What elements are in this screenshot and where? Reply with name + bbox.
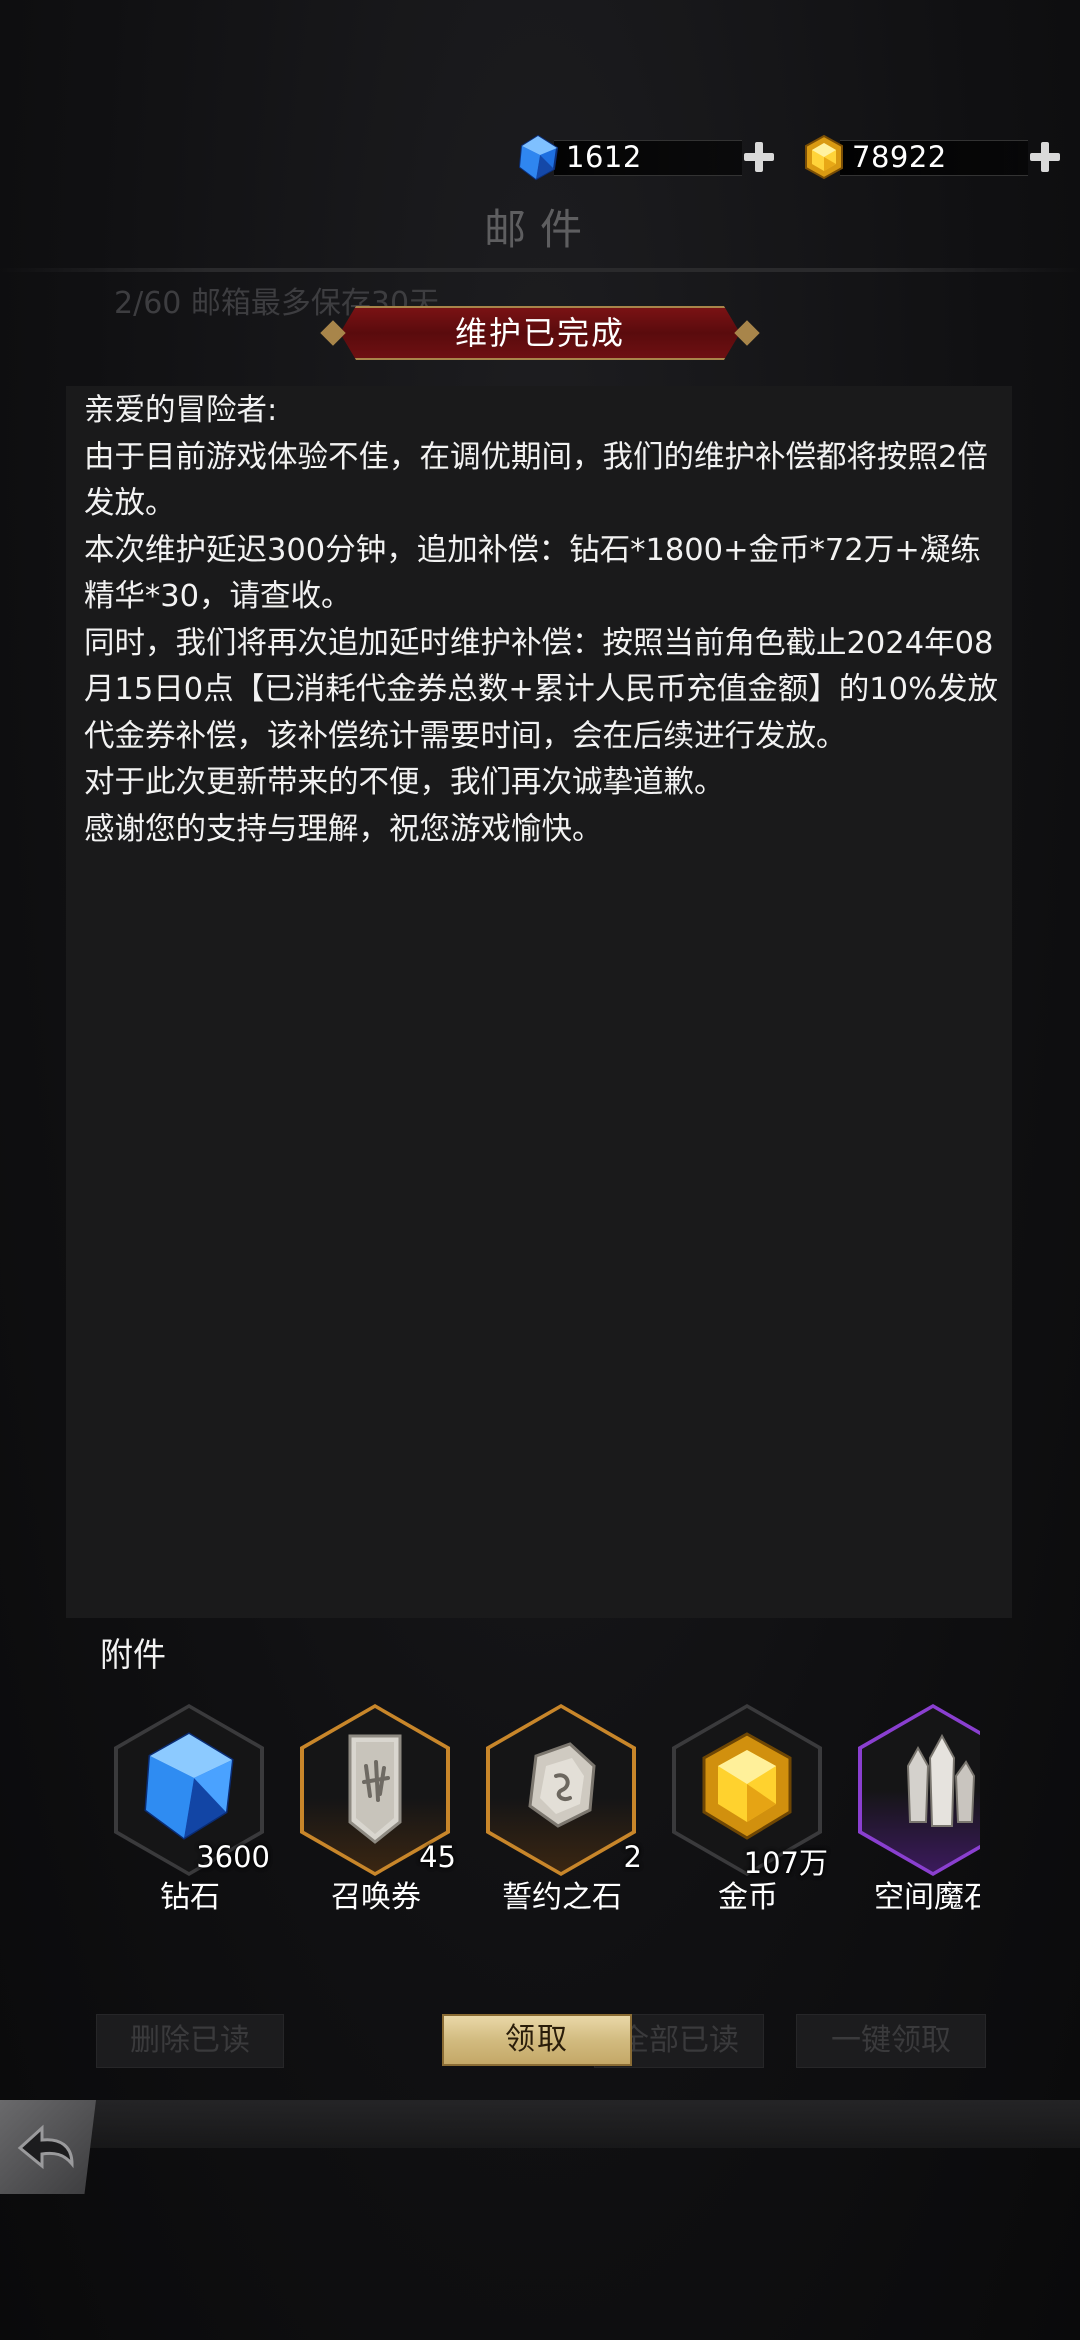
mail-screen: 1612 78922 邮件 2/60 邮箱最多保存30天 删除已读 全部已读 一…	[0, 0, 1080, 2340]
attachment-name: 空间魔石	[874, 1880, 980, 1915]
gold-amount: 78922	[852, 140, 947, 174]
message-panel[interactable]: 亲爱的冒险者: 由于目前游戏体验不佳，在调优期间，我们的维护补偿都将按照2倍发放…	[66, 386, 1012, 1618]
claim-button[interactable]: 领取	[442, 2014, 632, 2066]
delete-read-button: 删除已读	[96, 2014, 284, 2068]
add-gold-button[interactable]	[1028, 140, 1062, 174]
attachment-list[interactable]: 3600 钻石 45 召唤券 2 誓约之石 107万 金币 空间魔石	[110, 1700, 980, 1920]
diamond-currency: 1612	[514, 132, 776, 182]
claim-all-button: 一键领取	[796, 2014, 986, 2068]
crystal-icon	[906, 1733, 976, 1827]
add-diamond-button[interactable]	[742, 140, 776, 174]
diamond-amount: 1612	[566, 140, 642, 174]
summon-ticket-icon	[348, 1734, 402, 1844]
attachment-item-oath-stone[interactable]: 2 誓约之石	[482, 1700, 642, 1920]
attachment-name: 金币	[718, 1880, 778, 1915]
oath-stone-icon	[528, 1742, 596, 1828]
message-body: 亲爱的冒险者: 由于目前游戏体验不佳，在调优期间，我们的维护补偿都将按照2倍发放…	[84, 393, 999, 847]
modal-title-banner: 维护已完成	[320, 306, 760, 360]
back-button[interactable]	[0, 2100, 96, 2194]
blue-diamond-icon	[518, 134, 559, 181]
attachments-label: 附件	[100, 1635, 166, 1674]
attachment-item-diamond[interactable]: 3600 钻石	[110, 1700, 270, 1920]
gold-currency: 78922	[800, 132, 1062, 182]
modal-title: 维护已完成	[454, 314, 625, 352]
title-divider	[0, 268, 1080, 272]
back-arrow-icon	[17, 2124, 74, 2170]
attachment-qty: 2	[623, 1840, 642, 1874]
attachment-name: 誓约之石	[502, 1880, 622, 1915]
attachment-qty: 3600	[196, 1840, 270, 1874]
attachment-name: 召唤券	[331, 1880, 421, 1915]
attachment-item-gold[interactable]: 107万 金币	[668, 1700, 828, 1920]
bottom-bar	[0, 2100, 1080, 2148]
attachment-item-summon-ticket[interactable]: 45 召唤券	[296, 1700, 456, 1920]
attachment-qty: 45	[419, 1840, 456, 1874]
gold-gem-icon	[805, 134, 843, 180]
gold-gem-icon	[702, 1732, 792, 1840]
attachment-item-space-crystal[interactable]: 3 空间魔石	[854, 1700, 980, 1920]
blue-diamond-icon	[144, 1732, 234, 1840]
attachment-name: 钻石	[160, 1880, 220, 1915]
mail-page-title: 邮件	[483, 205, 596, 254]
